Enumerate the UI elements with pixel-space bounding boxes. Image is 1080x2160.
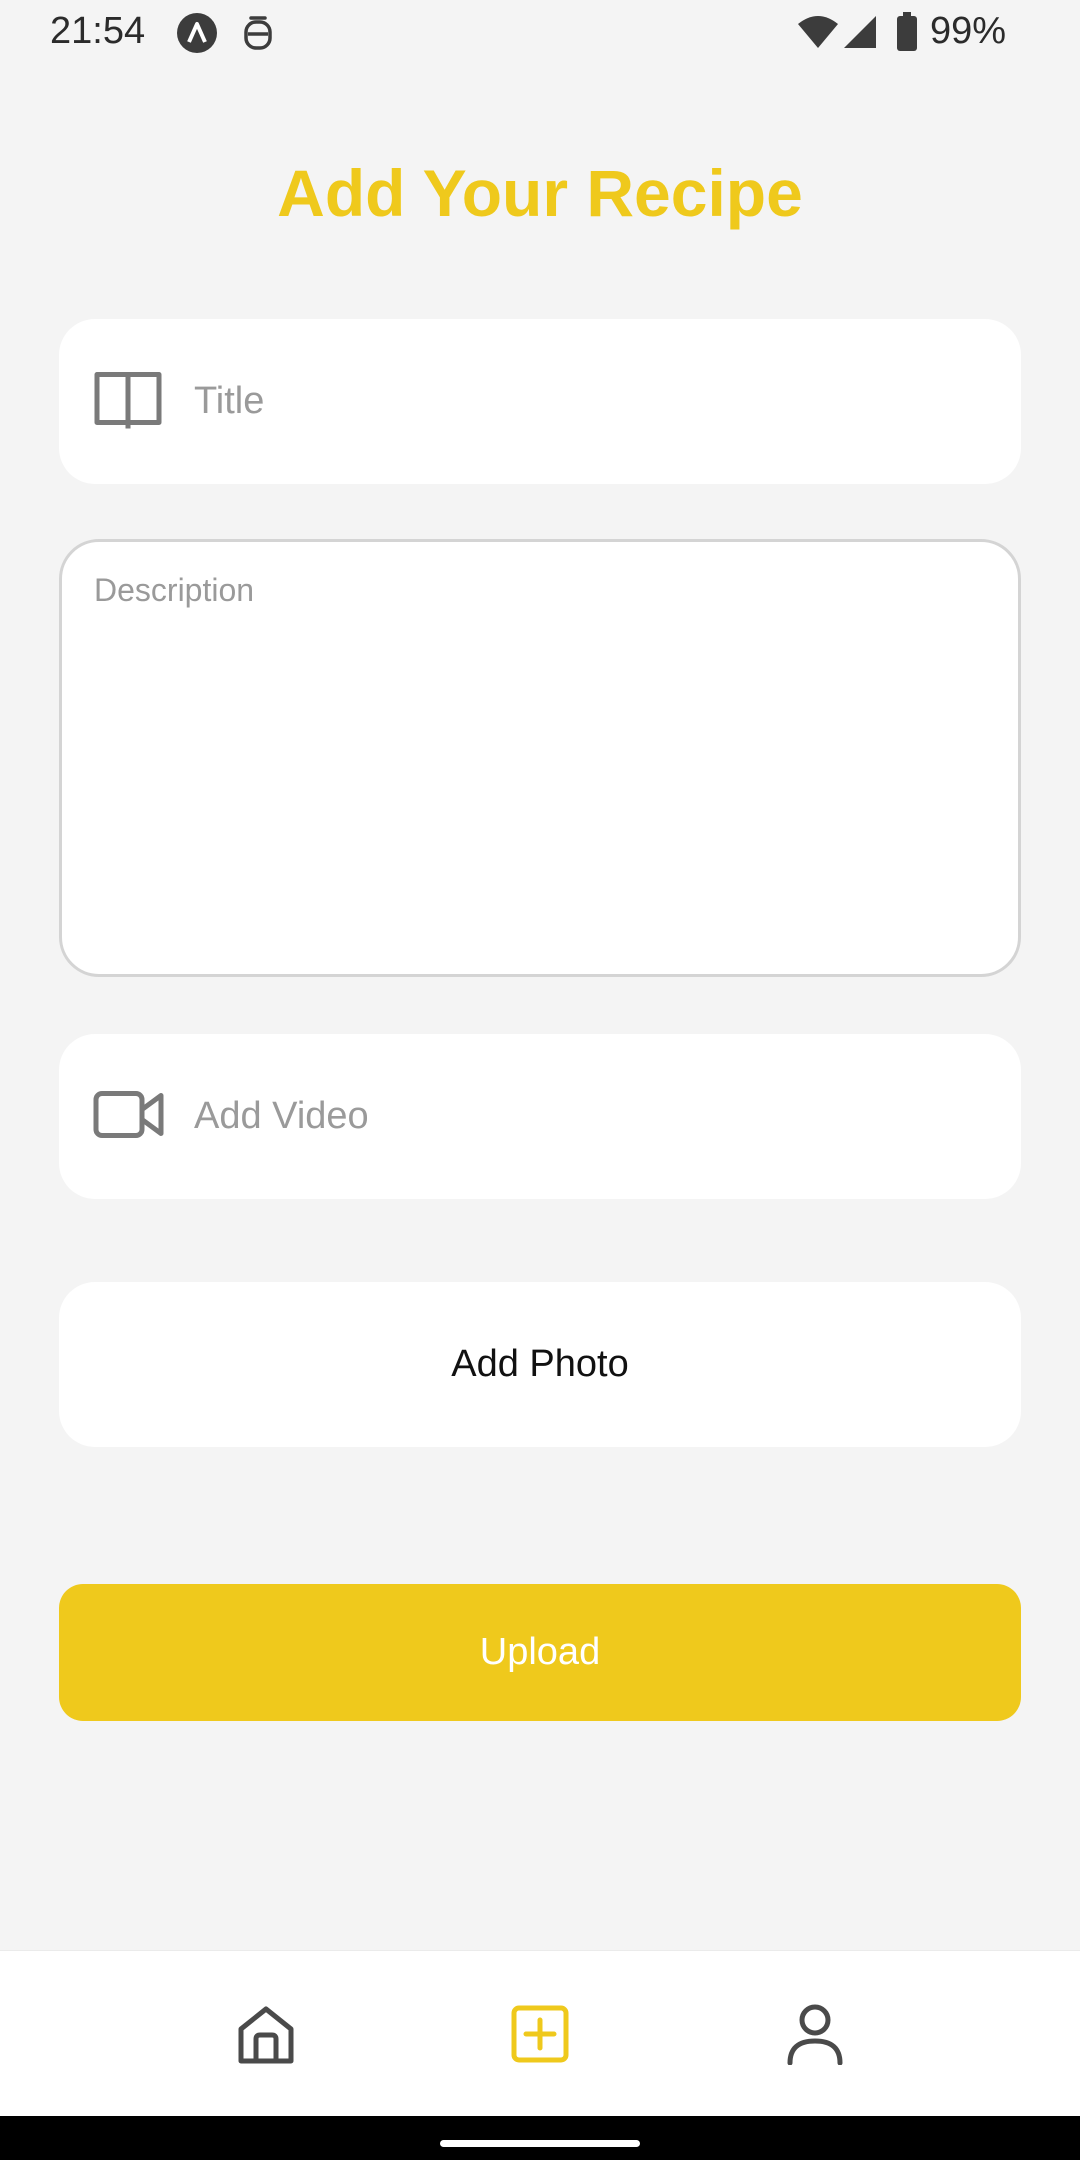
title-input[interactable] — [194, 319, 994, 484]
description-field[interactable] — [59, 539, 1021, 977]
nav-profile[interactable] — [770, 1991, 860, 2081]
home-gesture-handle[interactable] — [440, 2140, 640, 2147]
status-time: 21:54 — [50, 10, 146, 52]
add-photo-label: Add Photo — [451, 1343, 629, 1385]
app-a-icon — [176, 12, 218, 59]
signal-icon — [842, 14, 878, 55]
nav-add-recipe[interactable] — [495, 1991, 585, 2081]
add-photo-button[interactable]: Add Photo — [59, 1282, 1021, 1447]
video-input[interactable] — [194, 1034, 994, 1199]
status-bar: 21:54 99% — [0, 0, 1080, 66]
profile-icon — [785, 2003, 845, 2070]
gesture-bar — [0, 2116, 1080, 2160]
nav-home[interactable] — [221, 1991, 311, 2081]
title-field[interactable] — [59, 319, 1021, 484]
wifi-icon — [796, 14, 840, 55]
video-camera-icon — [93, 1089, 165, 1144]
upload-label: Upload — [479, 1631, 601, 1673]
bottom-nav — [0, 1950, 1080, 2116]
screen: 21:54 99% Add Your Recipe Title Descript… — [0, 0, 1080, 2160]
notification-icon — [242, 12, 274, 57]
add-square-icon — [510, 2004, 570, 2069]
book-icon — [93, 368, 163, 435]
home-icon — [235, 2003, 297, 2070]
battery-percentage: 99% — [930, 10, 1007, 52]
video-field[interactable] — [59, 1034, 1021, 1199]
battery-icon — [896, 12, 918, 57]
upload-button[interactable]: Upload — [59, 1584, 1021, 1721]
page-title: Add Your Recipe — [277, 156, 803, 230]
description-input[interactable] — [94, 572, 984, 942]
